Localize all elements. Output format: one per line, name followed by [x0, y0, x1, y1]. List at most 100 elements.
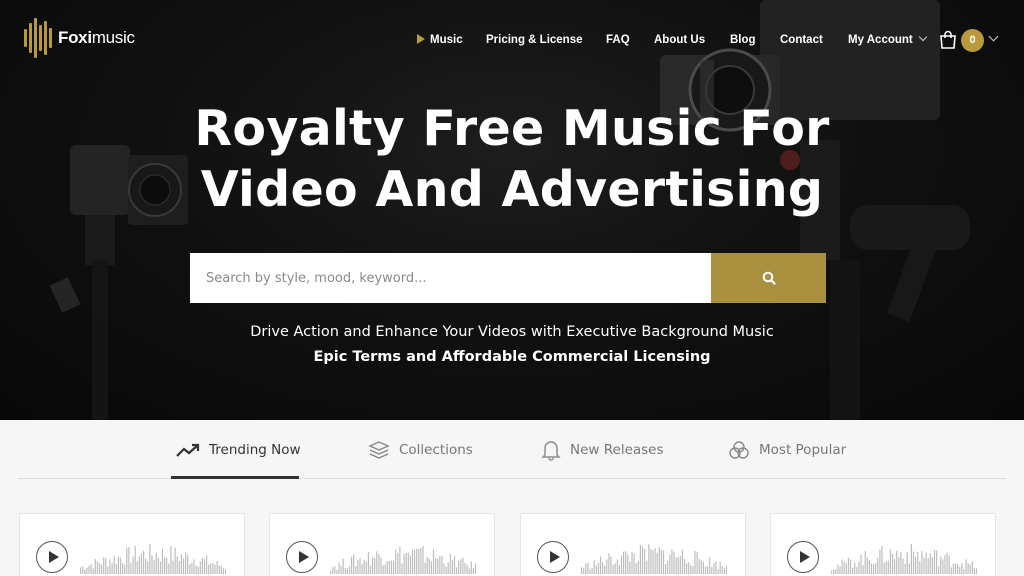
waveform-bar — [384, 564, 386, 574]
tab-most-popular[interactable]: Most Popular — [728, 439, 846, 461]
track-card[interactable] — [269, 513, 495, 576]
nav-item-faq[interactable]: FAQ — [606, 30, 630, 50]
play-button[interactable] — [286, 541, 318, 573]
waveform-bar — [124, 565, 126, 574]
tab-collections[interactable]: Collections — [368, 439, 473, 461]
waveform-bar — [378, 554, 380, 574]
waveform[interactable] — [330, 538, 476, 574]
waveform-bar — [201, 557, 203, 574]
tab-trending-now[interactable]: Trending Now — [176, 439, 301, 461]
waveform-bar — [430, 561, 432, 574]
waveform-bar — [111, 563, 113, 574]
play-button[interactable] — [537, 541, 569, 573]
waveform-bar — [172, 560, 174, 574]
shopping-bag-icon[interactable] — [938, 30, 958, 50]
sound-bars-icon — [24, 18, 52, 58]
waveform-bar — [665, 563, 667, 574]
hero-subtitle-bold: Epic Terms and Affordable Commercial Lic… — [313, 349, 711, 365]
waveform-bar — [654, 548, 656, 574]
waveform-bar — [589, 569, 591, 574]
track-card[interactable] — [19, 513, 245, 576]
nav-item-about[interactable]: About Us — [654, 30, 705, 50]
track-card[interactable] — [770, 513, 996, 576]
waveform-bar — [889, 549, 891, 574]
waveform[interactable] — [831, 538, 977, 574]
waveform-bar — [138, 556, 140, 574]
waveform-bar — [136, 561, 138, 574]
waveform-bar — [155, 553, 157, 574]
waveform-bar — [189, 564, 191, 574]
waveform-bar — [84, 569, 86, 574]
waveform-bar — [435, 557, 437, 574]
waveform-bar — [614, 563, 616, 574]
waveform-bar — [416, 548, 418, 574]
waveform-bar — [660, 549, 662, 574]
waveform-bar — [195, 565, 197, 574]
waveform-bar — [414, 550, 416, 574]
search-button[interactable] — [711, 253, 826, 303]
waveform-bar — [940, 556, 942, 574]
waveform-bar — [646, 560, 648, 574]
nav-item-my-account[interactable]: My Account — [848, 30, 927, 50]
waveform-bar — [424, 562, 426, 574]
waveform-bar — [912, 551, 915, 574]
waveform-bar — [906, 552, 908, 574]
waveform-bar — [616, 559, 618, 574]
search-icon — [762, 271, 776, 285]
search-input[interactable] — [190, 253, 711, 303]
waveform-bar — [153, 559, 155, 574]
waveform-bar — [656, 552, 658, 574]
waveform-bar — [845, 563, 847, 574]
foximusic-logo[interactable]: Foximusic — [24, 18, 135, 58]
nav-item-contact[interactable]: Contact — [780, 30, 823, 50]
nav-item-pricing[interactable]: Pricing & License — [486, 30, 583, 50]
waveform-bar — [620, 555, 623, 574]
tab-new-releases[interactable]: New Releases — [541, 439, 664, 461]
waveform-bar — [176, 556, 178, 574]
waveform[interactable] — [80, 538, 226, 574]
waveform-bar — [222, 568, 224, 574]
waveform-bar — [151, 555, 153, 574]
waveform-bar — [927, 558, 929, 574]
waveform-bar — [650, 549, 652, 574]
waveform-bar — [637, 560, 639, 574]
waveform-bar — [395, 549, 397, 574]
track-card[interactable] — [520, 513, 746, 576]
waveform-bar — [969, 564, 971, 574]
waveform-bar — [380, 557, 382, 574]
waveform-bar — [599, 556, 602, 574]
waveform-bar — [591, 568, 593, 574]
waveform-bar — [883, 562, 885, 574]
waveform-bar — [602, 562, 604, 574]
waveform-bar — [723, 568, 725, 574]
waveform-bar — [700, 560, 702, 574]
waveform-bar — [948, 555, 950, 574]
waveform-bar — [833, 569, 835, 574]
waveform-bar — [612, 564, 614, 574]
waveform-bar — [921, 551, 923, 574]
waveform-bar — [583, 568, 585, 574]
waveform-bar — [460, 559, 462, 574]
nav-item-music[interactable]: Music — [417, 30, 463, 50]
waveform-bar — [439, 555, 441, 574]
waveform[interactable] — [581, 538, 727, 574]
waveform-bar — [841, 559, 843, 574]
waveform-bar — [334, 566, 336, 574]
waveform-bar — [686, 563, 688, 574]
nav-item-blog[interactable]: Blog — [730, 30, 756, 50]
waveform-bar — [330, 570, 332, 574]
waveform-bar — [717, 569, 719, 574]
cart-count-badge[interactable]: 0 — [961, 29, 984, 52]
waveform-bar — [445, 566, 447, 574]
play-button[interactable] — [787, 541, 819, 573]
waveform-bar — [608, 553, 610, 574]
waveform-bar — [843, 561, 845, 574]
waveform-bar — [178, 561, 180, 574]
waveform-bar — [372, 557, 374, 574]
waveform-bar — [140, 553, 143, 574]
play-button[interactable] — [36, 541, 68, 573]
waveform-bar — [443, 563, 445, 574]
waveform-bar — [662, 550, 665, 574]
waveform-bar — [627, 554, 629, 574]
waveform-bar — [900, 552, 902, 574]
